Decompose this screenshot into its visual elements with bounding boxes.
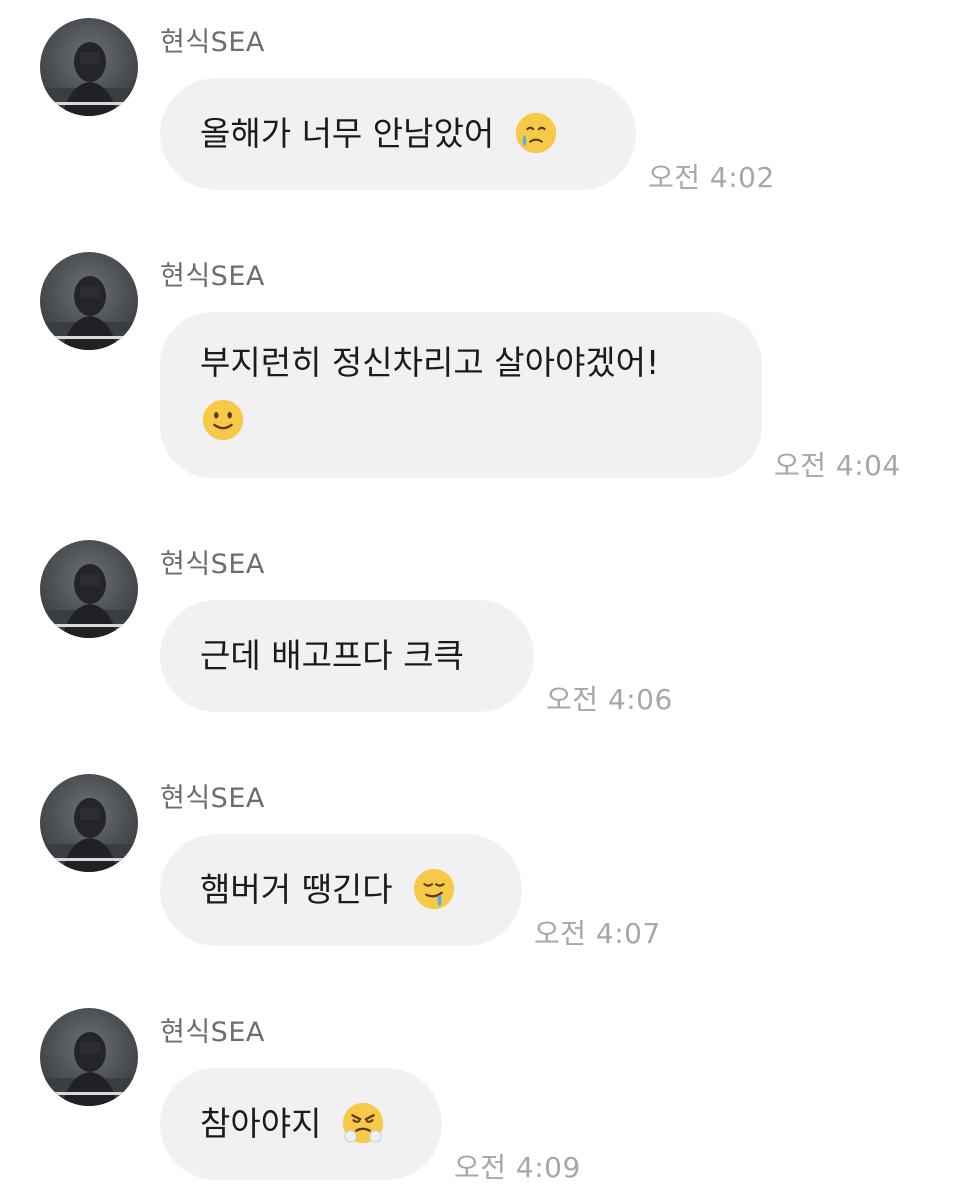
- person-silhouette-icon: [40, 1032, 138, 1106]
- timestamp: 오전 4:06: [546, 683, 673, 716]
- avatar[interactable]: [40, 1008, 138, 1106]
- message-text: 부지런히 정신차리고 살아야겠어!: [200, 343, 660, 382]
- message-bubble[interactable]: 참아야지: [160, 1068, 442, 1180]
- person-silhouette-icon: [40, 276, 138, 350]
- face-with-steam-from-nose-icon: [342, 1102, 384, 1143]
- message-bubble[interactable]: 햄버거 땡긴다: [160, 834, 522, 946]
- person-silhouette-icon: [40, 42, 138, 116]
- avatar[interactable]: [40, 774, 138, 872]
- message-bubble[interactable]: 부지런히 정신차리고 살아야겠어!: [160, 312, 762, 478]
- slightly-smiling-face-icon: [202, 399, 244, 440]
- sender-name: 현식SEA: [160, 549, 265, 580]
- message-bubble[interactable]: 올해가 너무 안남았어: [160, 78, 636, 190]
- message-text: 참아야지: [200, 1104, 322, 1143]
- timestamp: 오전 4:09: [454, 1151, 581, 1184]
- avatar[interactable]: [40, 252, 138, 350]
- timestamp: 오전 4:02: [648, 161, 775, 194]
- timestamp: 오전 4:07: [534, 917, 661, 950]
- message-text-line-2: [200, 392, 722, 450]
- sender-name: 현식SEA: [160, 261, 265, 292]
- face-holding-back-tears-icon: [515, 112, 556, 153]
- sender-name: 현식SEA: [160, 27, 265, 58]
- message-text: 올해가 너무 안남았어: [200, 114, 495, 153]
- sender-name: 현식SEA: [160, 1017, 265, 1048]
- message-text: 근데 배고프다 크큭: [200, 636, 464, 675]
- drooling-face-icon: [414, 868, 455, 909]
- message-text: 햄버거 땡긴다: [200, 870, 393, 909]
- sender-name: 현식SEA: [160, 783, 265, 814]
- message-bubble[interactable]: 근데 배고프다 크큭: [160, 600, 534, 712]
- timestamp: 오전 4:04: [774, 449, 901, 482]
- avatar[interactable]: [40, 18, 138, 116]
- avatar[interactable]: [40, 540, 138, 638]
- person-silhouette-icon: [40, 564, 138, 638]
- person-silhouette-icon: [40, 798, 138, 872]
